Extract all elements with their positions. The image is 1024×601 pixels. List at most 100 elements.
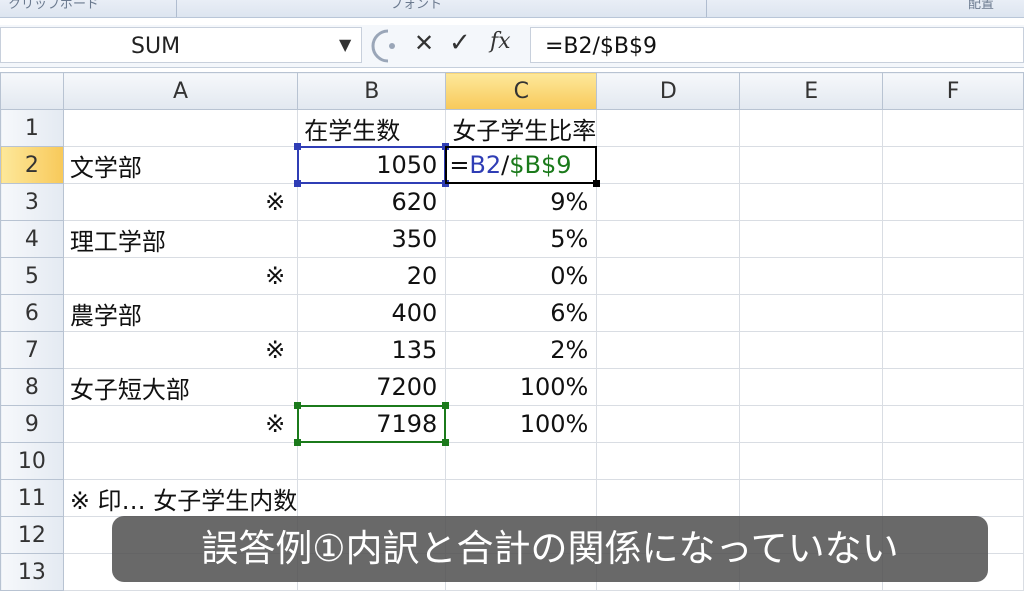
column-header-e[interactable]: E [739,72,884,110]
cell-e4[interactable] [739,220,884,258]
column-header-f[interactable]: F [882,72,1024,110]
select-all-corner[interactable] [0,72,64,110]
chevron-down-icon[interactable]: ▼ [339,35,351,54]
caption-overlay: 誤答例①内訳と合計の関係になっていない [112,516,988,582]
column-header-b[interactable]: B [297,72,447,110]
column-header-a[interactable]: A [62,72,299,110]
cell-e7[interactable] [739,331,884,369]
name-box[interactable]: SUM ▼ [0,27,362,63]
cell-f6[interactable] [882,294,1024,332]
cell-d3[interactable] [596,183,741,221]
column-header-d[interactable]: D [596,72,741,110]
reference-handle[interactable] [294,402,302,409]
cell-d8[interactable] [596,368,741,406]
cell-f9[interactable] [882,405,1024,443]
formula-bar-grip-icon[interactable] [370,29,400,63]
cell-c7[interactable]: 2% [445,331,598,369]
cell-b3[interactable]: 620 [297,183,447,221]
cell-b10[interactable] [297,442,447,480]
cell-f8[interactable] [882,368,1024,406]
cell-c9[interactable]: 100% [445,405,598,443]
cell-c11[interactable] [445,479,598,517]
cell-a3[interactable]: ※ [62,183,299,221]
cell-c3[interactable]: 9% [445,183,598,221]
row-header[interactable]: 5 [0,257,64,295]
row-header[interactable]: 4 [0,220,64,258]
cell-a2[interactable]: 文学部 [62,146,299,184]
reference-handle[interactable] [294,143,302,150]
enter-check-icon[interactable]: ✓ [449,28,471,58]
row-header[interactable]: 6 [0,294,64,332]
cell-b11[interactable] [297,479,447,517]
row-header[interactable]: 1 [0,109,64,147]
cell-f4[interactable] [882,220,1024,258]
cell-f1[interactable] [882,109,1024,147]
cell-d5[interactable] [596,257,741,295]
cell-c5[interactable]: 0% [445,257,598,295]
ribbon-group-alignment[interactable]: 配置 [968,0,994,17]
cell-f3[interactable] [882,183,1024,221]
cell-f7[interactable] [882,331,1024,369]
row-header[interactable]: 8 [0,368,64,406]
cancel-icon[interactable]: ✕ [414,29,434,57]
cell-f5[interactable] [882,257,1024,295]
cell-d4[interactable] [596,220,741,258]
cell-b5[interactable]: 20 [297,257,447,295]
cell-e1[interactable] [739,109,884,147]
cell-c8[interactable]: 100% [445,368,598,406]
cell-a1[interactable] [62,109,299,147]
row-header[interactable]: 7 [0,331,64,369]
cell-d6[interactable] [596,294,741,332]
row-header[interactable]: 12 [0,516,64,554]
cell-b9[interactable]: 7198 [294,402,450,446]
cell-d10[interactable] [596,442,741,480]
row-header[interactable]: 2 [0,146,64,184]
cell-a11[interactable]: ※ 印… 女子学生内数 [62,479,299,517]
cell-f10[interactable] [882,442,1024,480]
cell-e3[interactable] [739,183,884,221]
column-header-c[interactable]: C [445,72,598,110]
cell-e10[interactable] [739,442,884,480]
cell-d9[interactable] [596,405,741,443]
formula-input[interactable]: =B2/$B$9 [530,27,1024,63]
cell-c6[interactable]: 6% [445,294,598,332]
cell-e6[interactable] [739,294,884,332]
cell-b6[interactable]: 400 [297,294,447,332]
cell-e5[interactable] [739,257,884,295]
cell-c1[interactable]: 女子学生比率 [445,109,598,147]
cell-b2[interactable]: 1050 [294,143,450,187]
cell-c10[interactable] [445,442,598,480]
cell-d11[interactable] [596,479,741,517]
cell-d7[interactable] [596,331,741,369]
cell-a10[interactable] [62,442,299,480]
cell-b7[interactable]: 135 [297,331,447,369]
cell-c4[interactable]: 5% [445,220,598,258]
cell-a8[interactable]: 女子短大部 [62,368,299,406]
cell-b8[interactable]: 7200 [297,368,447,406]
cell-f2[interactable] [882,146,1024,184]
cell-f11[interactable] [882,479,1024,517]
insert-function-icon[interactable]: fx [490,29,511,54]
cell-b4[interactable]: 350 [297,220,447,258]
cell-d1[interactable] [596,109,741,147]
row-header[interactable]: 3 [0,183,64,221]
cell-a7[interactable]: ※ [62,331,299,369]
reference-border-green [297,405,447,443]
row-header[interactable]: 10 [0,442,64,480]
row-header[interactable]: 11 [0,479,64,517]
row-header[interactable]: 9 [0,405,64,443]
cell-a6[interactable]: 農学部 [62,294,299,332]
cell-e9[interactable] [739,405,884,443]
cell-c2-editing[interactable]: =B2/$B$9 [445,146,601,187]
cell-e11[interactable] [739,479,884,517]
cell-a5[interactable]: ※ [62,257,299,295]
cell-d2[interactable] [596,146,741,184]
row-header[interactable]: 13 [0,553,64,591]
cell-e8[interactable] [739,368,884,406]
cell-a4[interactable]: 理工学部 [62,220,299,258]
ribbon-group-clipboard[interactable]: クリップボード [8,0,99,17]
cell-e2[interactable] [739,146,884,184]
ribbon-group-font[interactable]: フォント [390,0,442,17]
cell-b1[interactable]: 在学生数 [297,109,447,147]
cell-a9[interactable]: ※ [62,405,299,443]
